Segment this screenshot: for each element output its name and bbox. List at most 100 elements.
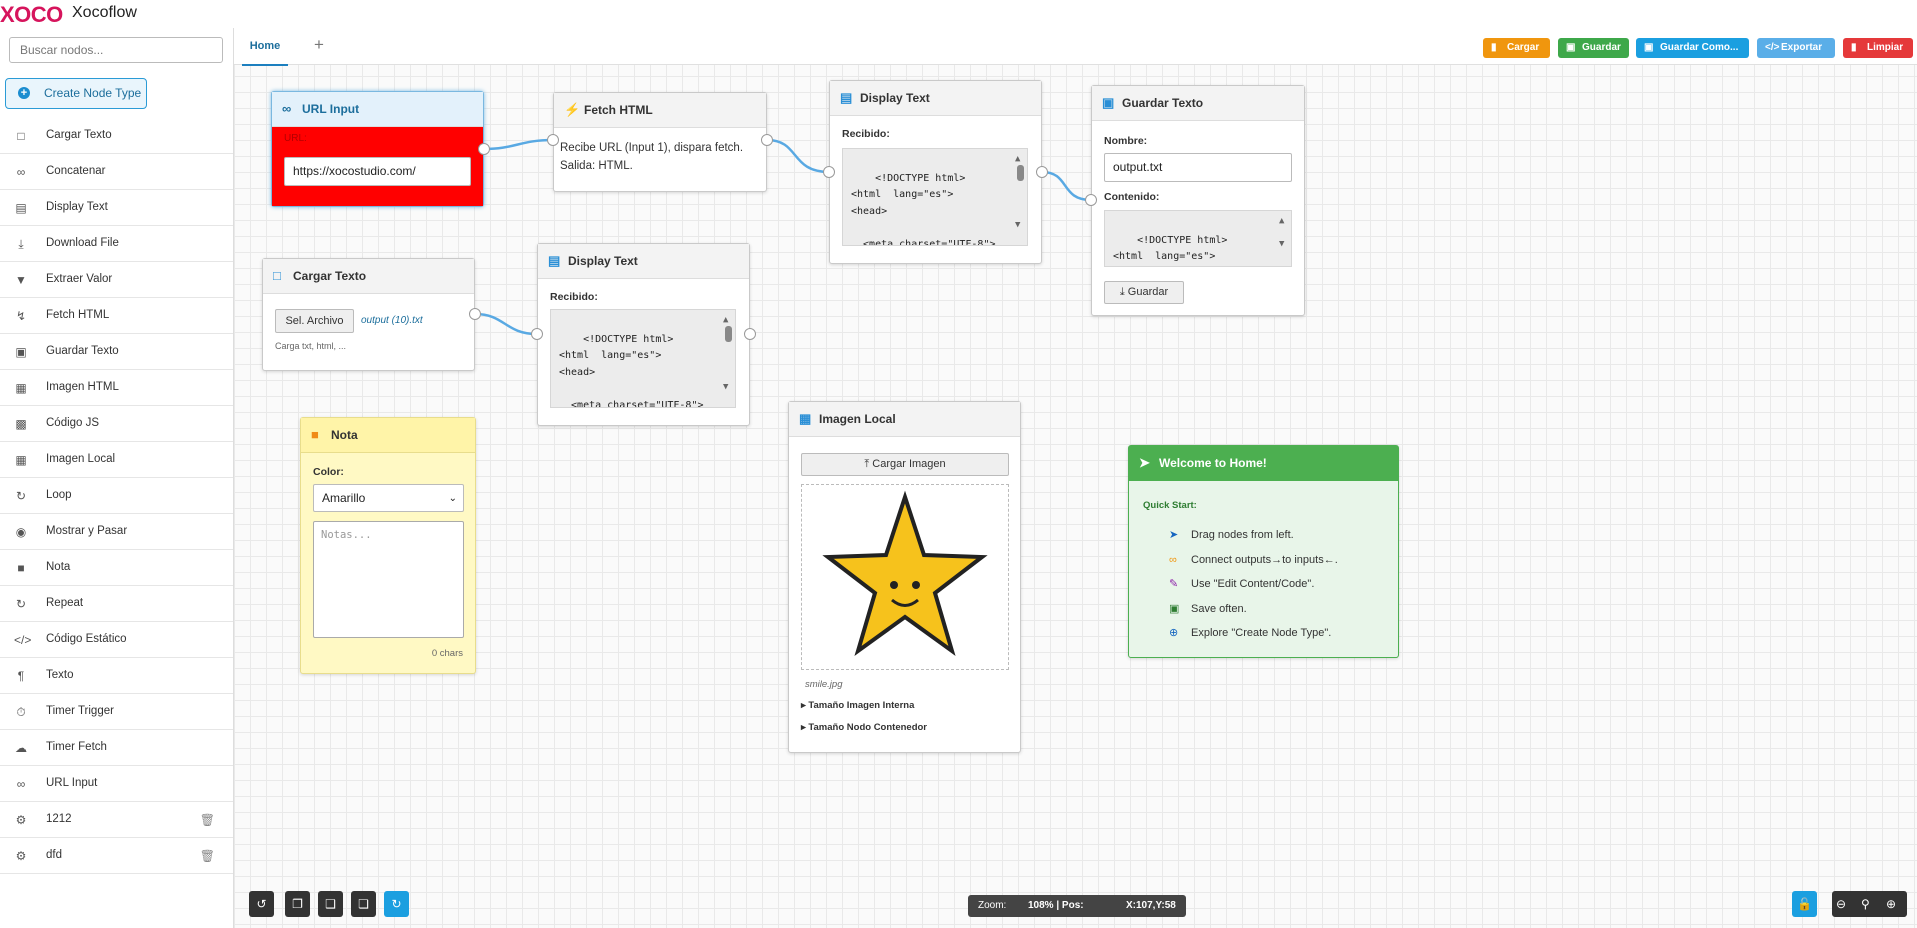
wire-url-to-fetch <box>483 138 554 151</box>
received-text[interactable]: <!DOCTYPE html> <html lang="es"> <head> … <box>842 148 1028 246</box>
plus-circle-icon: ⊕ <box>1169 627 1179 639</box>
node-header[interactable]: ▦ Imagen Local <box>789 402 1020 437</box>
node-header[interactable]: ▤ Display Text <box>830 81 1041 116</box>
received-label: Recibido: <box>550 291 598 303</box>
content-label: Contenido: <box>1104 191 1160 203</box>
link-icon: ∞ <box>1169 553 1177 566</box>
file-text-icon: ▤ <box>840 90 853 105</box>
display-text-node[interactable]: ▤ Display Text Recibido: <!DOCTYPE html>… <box>829 80 1042 264</box>
display-text-node-2[interactable]: ▤ Display Text Recibido: <!DOCTYPE html>… <box>537 243 750 426</box>
node-header[interactable]: □ Cargar Texto <box>263 259 474 294</box>
output-port[interactable] <box>1036 166 1048 178</box>
node-header[interactable]: ▣ Guardar Texto <box>1092 86 1304 121</box>
node-header[interactable]: ∞ URL Input <box>272 92 483 127</box>
edit-icon: ✎ <box>1169 578 1179 590</box>
output-port[interactable] <box>744 328 756 340</box>
paste-icon: ❑ <box>325 897 336 911</box>
container-size-toggle[interactable]: ▸ Tamaño Nodo Contenedor <box>801 722 927 733</box>
guardar-texto-node[interactable]: ▣ Guardar Texto Nombre: output.txt Conte… <box>1091 85 1305 316</box>
clone-button[interactable]: ❏ <box>351 891 376 917</box>
image-filename: smile.jpg <box>805 679 843 690</box>
scrollbar[interactable]: ▲ ▼ <box>723 312 733 405</box>
filename-field[interactable]: output.txt <box>1104 153 1292 182</box>
bolt-icon: ⚡ <box>564 102 581 117</box>
wire-cargar-to-display2 <box>474 312 538 336</box>
url-input-body: URL: https://xocostudio.com/ <box>272 127 483 206</box>
zoom-out-icon[interactable]: ⊖ <box>1836 891 1846 917</box>
content-text[interactable]: <!DOCTYPE html> <html lang="es"> <head> … <box>1104 210 1292 267</box>
output-port[interactable] <box>469 308 481 320</box>
fetch-description: Recibe URL (Input 1), dispara fetch. <box>560 142 744 154</box>
lock-toggle-button[interactable]: 🔓 <box>1792 891 1817 917</box>
node-title: Display Text <box>568 254 638 268</box>
color-label: Color: <box>313 466 344 478</box>
zoom-in-icon[interactable]: ⊕ <box>1886 891 1896 917</box>
chevron-down-icon: ⌄ <box>448 493 457 504</box>
quick-start-list: ➤ Drag nodes from left. ∞ Connect outputs→… <box>1169 523 1338 646</box>
undo-icon: ↺ <box>256 897 267 911</box>
node-title: Display Text <box>860 91 930 105</box>
node-header[interactable]: ■ Nota <box>301 418 475 453</box>
sticky-note-icon: ■ <box>311 427 319 442</box>
wire-fetch-to-display <box>766 138 830 174</box>
scrollbar[interactable]: ▲ ▼ <box>1015 151 1025 243</box>
zoom-status: Zoom: 108% | Pos: X:107,Y:58 <box>968 895 1186 917</box>
received-text[interactable]: <!DOCTYPE html> <html lang="es"> <head> … <box>550 309 736 408</box>
clone-icon: ❏ <box>358 897 369 911</box>
quick-start-item: ▣ Save often. <box>1169 597 1338 622</box>
node-title: URL Input <box>302 102 360 116</box>
input-port[interactable] <box>823 166 835 178</box>
undo-button[interactable]: ↺ <box>249 891 274 917</box>
output-port[interactable] <box>478 143 490 155</box>
input-port[interactable] <box>531 328 543 340</box>
input-port[interactable] <box>547 134 559 146</box>
quick-start-label: Quick Start: <box>1143 500 1197 511</box>
node-header[interactable]: ⚡ Fetch HTML <box>554 93 766 128</box>
file-text-icon: ▤ <box>548 253 561 268</box>
cargar-texto-node[interactable]: □ Cargar Texto Sel. Archivo output (10).… <box>262 258 475 371</box>
star-smile-image <box>822 490 988 657</box>
welcome-node[interactable]: ➤ Welcome to Home! Quick Start: ➤ Drag no… <box>1128 445 1399 658</box>
paste-button[interactable]: ❑ <box>318 891 343 917</box>
internal-size-toggle[interactable]: ▸ Tamaño Imagen Interna <box>801 700 914 711</box>
link-icon: ∞ <box>282 101 292 116</box>
char-count: 0 chars <box>431 648 463 659</box>
duplicate-button[interactable]: ❐ <box>285 891 310 917</box>
fetch-html-node[interactable]: ⚡ Fetch HTML Recibe URL (Input 1), dispa… <box>553 92 767 192</box>
guardar-file-button[interactable]: ⤓ Guardar <box>1104 281 1184 304</box>
color-select[interactable]: Amarillo ⌄ <box>313 484 464 512</box>
fetch-output-description: Salida: HTML. <box>560 160 633 172</box>
rocket-icon: ➤ <box>1139 455 1150 470</box>
file-upload-icon: □ <box>273 268 281 283</box>
save-icon: ▣ <box>1169 602 1180 615</box>
url-input-node[interactable]: ∞ URL Input URL: https://xocostudio.com/ <box>271 91 484 207</box>
nota-node[interactable]: ■ Nota Color: Amarillo ⌄ Notas... 0 char… <box>300 417 476 674</box>
url-field-label: URL: <box>284 133 307 144</box>
refresh-button[interactable]: ↻ <box>384 891 409 917</box>
notes-textarea[interactable]: Notas... <box>313 521 464 638</box>
upload-image-button[interactable]: ⤒ Cargar Imagen <box>801 453 1009 476</box>
save-icon: ▣ <box>1102 95 1115 110</box>
zoom-controls: ⊖ ⚲ ⊕ <box>1832 891 1907 917</box>
node-header[interactable]: ▤ Display Text <box>538 244 749 279</box>
node-title: Cargar Texto <box>293 269 367 283</box>
input-port[interactable] <box>1085 194 1097 206</box>
node-title: Fetch HTML <box>584 103 653 117</box>
quick-start-item: ✎ Use "Edit Content/Code". <box>1169 572 1338 597</box>
quick-start-item: ∞ Connect outputs→to inputs←. <box>1169 548 1338 573</box>
image-icon: ▦ <box>799 411 812 426</box>
node-title: Guardar Texto <box>1122 96 1204 110</box>
url-field[interactable]: https://xocostudio.com/ <box>284 157 471 186</box>
scrollbar[interactable]: ▲ ▼ <box>1279 213 1289 264</box>
image-preview <box>801 484 1009 670</box>
node-title: Welcome to Home! <box>1159 456 1267 470</box>
imagen-local-node[interactable]: ▦ Imagen Local ⤒ Cargar Imagen smile.jpg… <box>788 401 1021 753</box>
quick-start-item: ➤ Drag nodes from left. <box>1169 523 1338 548</box>
select-file-button[interactable]: Sel. Archivo <box>275 309 354 333</box>
node-header[interactable]: ➤ Welcome to Home! <box>1129 446 1398 481</box>
file-hint: Carga txt, html, ... <box>275 341 347 351</box>
cursor-icon: ➤ <box>1169 529 1179 541</box>
output-port[interactable] <box>761 134 773 146</box>
quick-start-item: ⊕ Explore "Create Node Type". <box>1169 621 1338 646</box>
zoom-reset-icon[interactable]: ⚲ <box>1861 891 1870 917</box>
